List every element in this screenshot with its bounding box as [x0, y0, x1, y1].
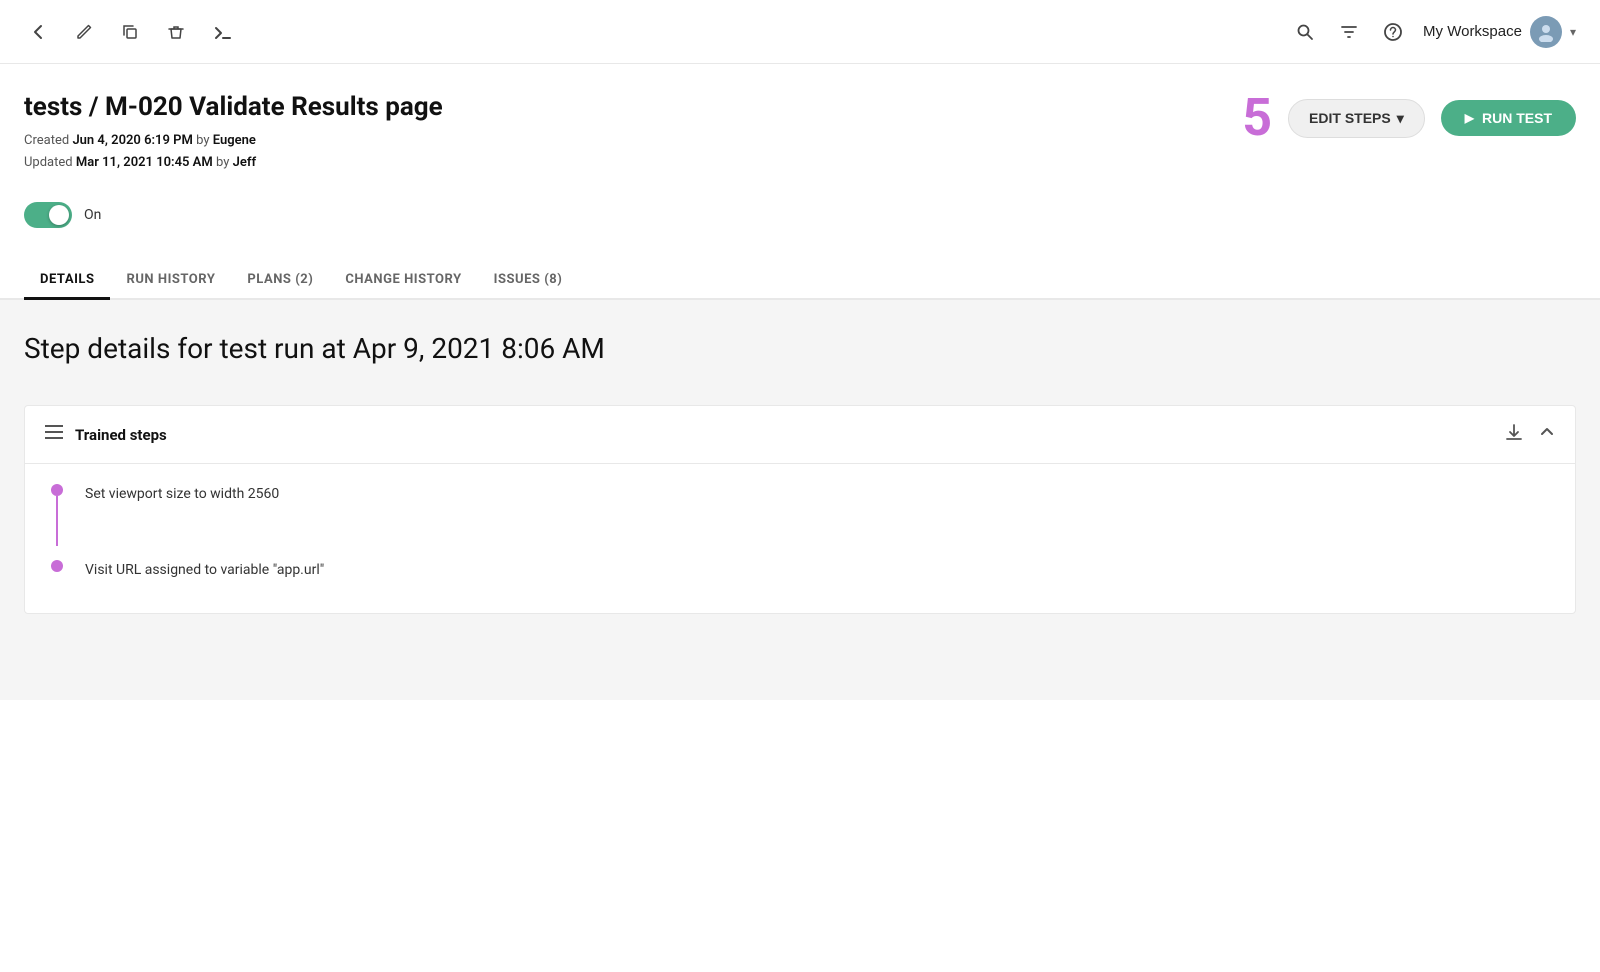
run-heading: Step details for test run at Apr 9, 2021… — [24, 332, 1576, 365]
tab-change-history[interactable]: CHANGE HISTORY — [329, 262, 477, 300]
workspace-name: My Workspace — [1423, 23, 1522, 40]
run-test-button[interactable]: ▶ RUN TEST — [1441, 100, 1576, 136]
terminal-button[interactable] — [208, 18, 238, 46]
step-line-1 — [56, 496, 58, 546]
back-button[interactable] — [24, 18, 52, 46]
page-title-section: tests / M-020 Validate Results page Crea… — [24, 92, 443, 174]
tabs: DETAILS RUN HISTORY PLANS (2) CHANGE HIS… — [0, 238, 1600, 300]
run-test-label: RUN TEST — [1482, 110, 1552, 126]
tab-details[interactable]: DETAILS — [24, 262, 110, 300]
copy-button[interactable] — [116, 18, 144, 46]
step-text-2: Visit URL assigned to variable "app.url" — [85, 560, 324, 581]
updated-by: Jeff — [233, 155, 256, 170]
edit-steps-chevron: ▾ — [1397, 110, 1404, 127]
updated-label: Updated — [24, 155, 73, 170]
edit-steps-button[interactable]: EDIT STEPS ▾ — [1288, 99, 1425, 138]
tab-run-history[interactable]: RUN HISTORY — [110, 262, 231, 300]
toggle-label: On — [84, 207, 101, 223]
play-icon: ▶ — [1465, 111, 1474, 125]
breadcrumb: tests / M-020 Validate Results page — [24, 92, 443, 122]
tab-plans[interactable]: PLANS (2) — [231, 262, 329, 300]
created-label: Created — [24, 133, 69, 148]
edit-button[interactable] — [70, 18, 98, 46]
step-dot-1 — [51, 484, 63, 496]
page-header-right: 5 EDIT STEPS ▾ ▶ RUN TEST — [1242, 92, 1576, 144]
page-header: tests / M-020 Validate Results page Crea… — [0, 64, 1600, 174]
filter-button[interactable] — [1335, 18, 1363, 46]
topbar-left — [24, 18, 238, 46]
main-content: Step details for test run at Apr 9, 2021… — [0, 300, 1600, 700]
created-date: Jun 4, 2020 6:19 PM — [72, 133, 192, 148]
search-button[interactable] — [1291, 18, 1319, 46]
edit-steps-label: EDIT STEPS — [1309, 110, 1391, 126]
created-by: Eugene — [213, 133, 256, 148]
workspace-button[interactable]: My Workspace ▾ — [1423, 16, 1576, 48]
delete-button[interactable] — [162, 18, 190, 46]
breadcrumb-parent[interactable]: tests — [24, 92, 82, 122]
topbar: My Workspace ▾ — [0, 0, 1600, 64]
step-text-1: Set viewport size to width 2560 — [85, 484, 279, 546]
toggle-switch[interactable] — [24, 202, 72, 228]
tab-issues[interactable]: ISSUES (8) — [478, 262, 579, 300]
updated-by-label: by — [216, 155, 229, 170]
steps-card-header-right — [1505, 422, 1555, 447]
chevron-down-icon: ▾ — [1570, 25, 1576, 39]
topbar-right: My Workspace ▾ — [1291, 16, 1576, 48]
breadcrumb-separator: / — [82, 92, 105, 122]
meta-info: Created Jun 4, 2020 6:19 PM by Eugene Up… — [24, 130, 443, 174]
toggle-row: On — [0, 174, 1600, 228]
steps-card-header-left: Trained steps — [45, 424, 167, 445]
trained-steps-title: Trained steps — [75, 426, 167, 444]
breadcrumb-title: M-020 Validate Results page — [105, 92, 443, 122]
updated-date: Mar 11, 2021 10:45 AM — [76, 155, 213, 170]
avatar — [1530, 16, 1562, 48]
step-dot-2 — [51, 560, 63, 572]
help-button[interactable] — [1379, 18, 1407, 46]
steps-card-header: Trained steps — [25, 406, 1575, 464]
step-count: 5 — [1242, 92, 1272, 144]
download-icon[interactable] — [1505, 422, 1523, 447]
created-by-label: by — [196, 133, 209, 148]
trained-steps-card: Trained steps Set viewport size to width… — [24, 405, 1576, 614]
hamburger-icon — [45, 424, 63, 445]
collapse-icon[interactable] — [1539, 424, 1555, 445]
steps-list: Set viewport size to width 2560 Visit UR… — [25, 464, 1575, 613]
